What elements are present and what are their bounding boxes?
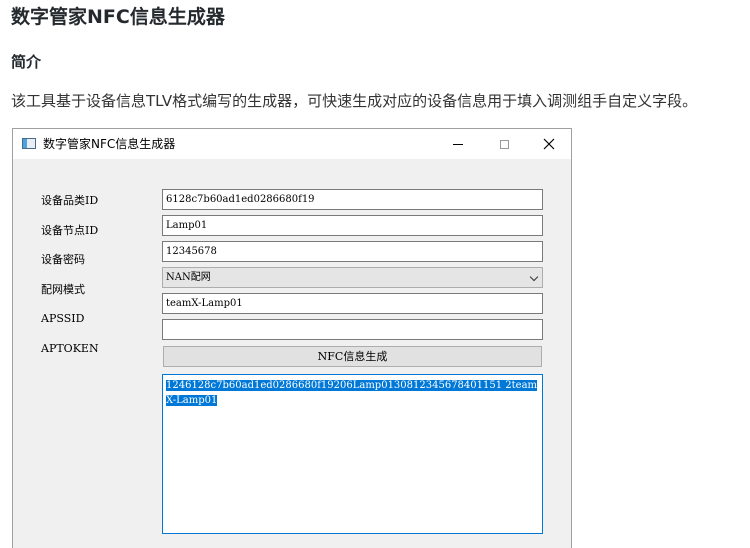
document-title: 数字管家NFC信息生成器	[11, 6, 225, 28]
node-id-input[interactable]: Lamp01	[162, 215, 543, 236]
apssid-input[interactable]: teamX-Lamp01	[162, 293, 543, 314]
label-aptoken: APTOKEN	[41, 342, 99, 355]
app-icon	[22, 138, 36, 149]
close-icon	[543, 138, 555, 150]
nfc-output-text: 1246128c7b60ad1ed0286680f19206Lamp013081…	[166, 380, 538, 406]
generate-nfc-button[interactable]: NFC信息生成	[163, 346, 542, 367]
intro-paragraph: 该工具基于设备信息TLV格式编写的生成器，可快速生成对应的设备信息用于填入调测组…	[11, 92, 698, 110]
chevron-down-icon	[529, 272, 539, 282]
close-button[interactable]	[526, 129, 572, 159]
product-id-input[interactable]: 6128c7b60ad1ed0286680f19	[162, 189, 543, 210]
maximize-button[interactable]	[481, 129, 527, 159]
window-title: 数字管家NFC信息生成器	[43, 137, 176, 151]
minimize-button[interactable]	[435, 129, 481, 159]
window-titlebar[interactable]: 数字管家NFC信息生成器	[13, 129, 571, 159]
app-window: 数字管家NFC信息生成器 设备品类ID 设备节点ID 设备密码 配网模式 APS…	[12, 128, 572, 548]
section-heading-intro: 简介	[11, 53, 42, 71]
aptoken-input[interactable]	[162, 319, 543, 340]
label-apssid: APSSID	[41, 312, 85, 325]
minimize-icon	[453, 143, 463, 145]
password-input[interactable]: 12345678	[162, 241, 543, 262]
network-mode-selected: NAN配网	[166, 272, 211, 283]
maximize-icon	[499, 139, 509, 149]
nfc-output-textarea[interactable]: 1246128c7b60ad1ed0286680f19206Lamp013081…	[162, 374, 543, 534]
label-product-id: 设备品类ID	[41, 194, 99, 207]
label-node-id: 设备节点ID	[41, 224, 99, 237]
network-mode-select[interactable]: NAN配网	[162, 267, 543, 288]
label-network-mode: 配网模式	[41, 283, 85, 296]
label-password: 设备密码	[41, 253, 85, 266]
